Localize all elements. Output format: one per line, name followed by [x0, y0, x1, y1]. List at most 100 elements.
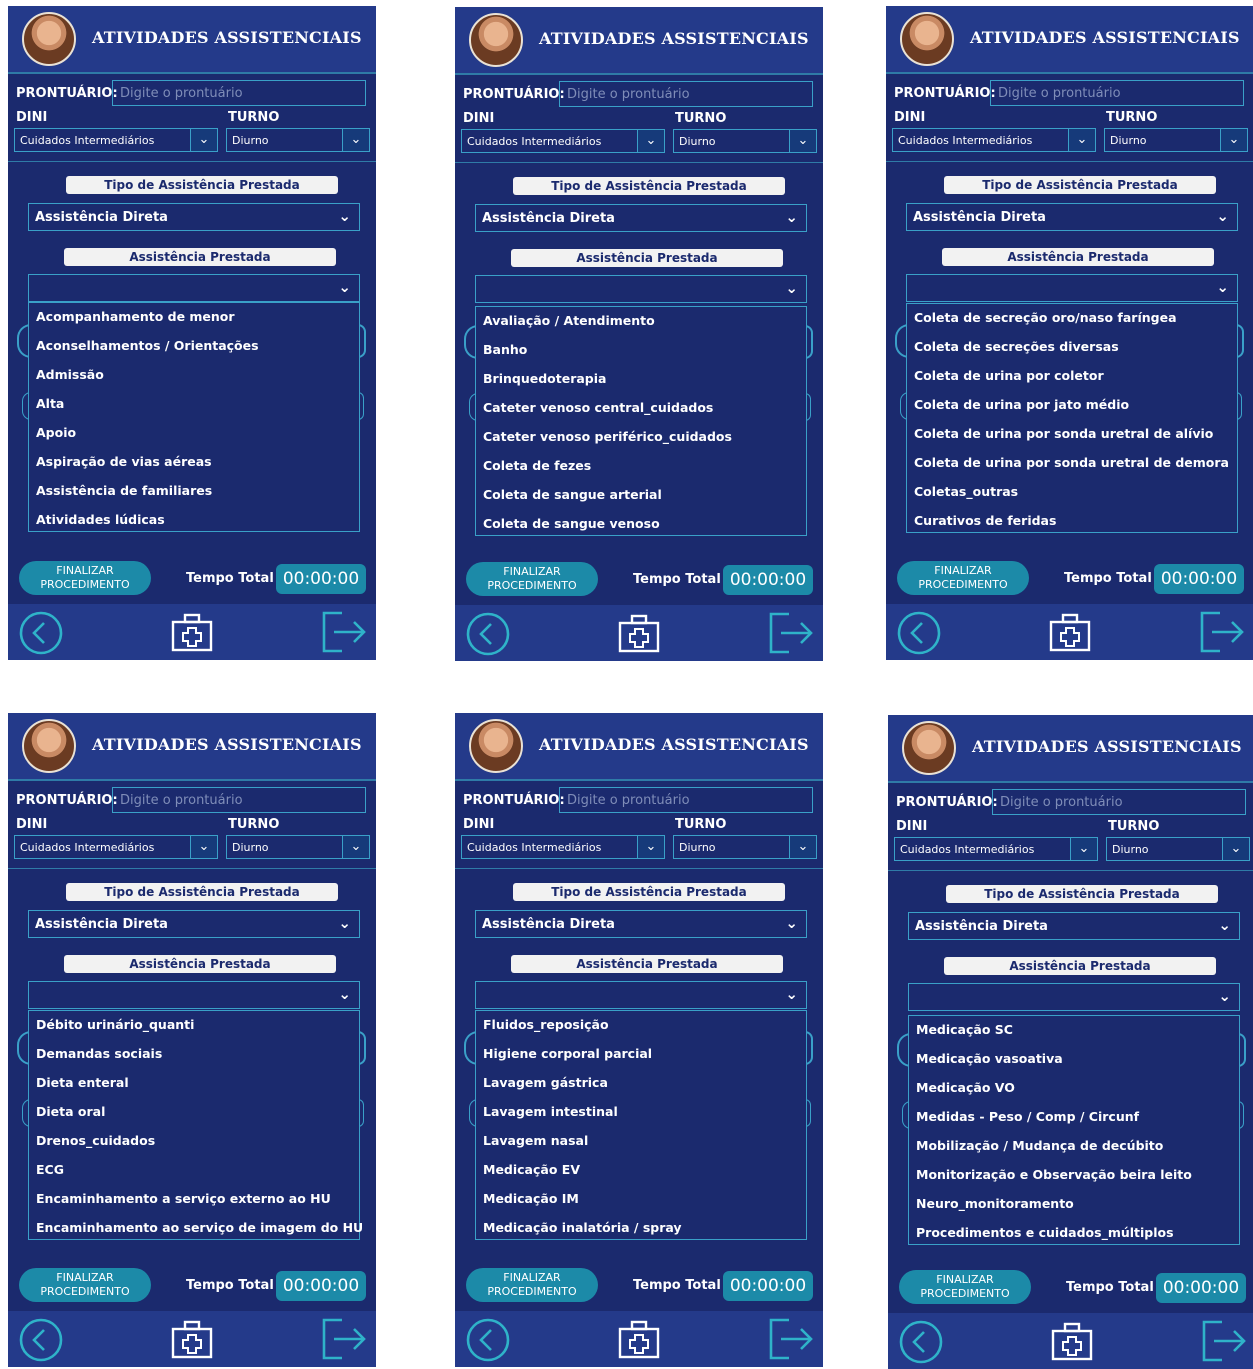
chevron-down-icon[interactable]: ⌄: [338, 278, 351, 296]
assistencia-option-item[interactable]: Procedimentos e cuidados_múltiplos: [916, 1225, 1174, 1240]
assistencia-option-item[interactable]: Coleta de secreções diversas: [914, 339, 1119, 354]
logout-icon[interactable]: [1198, 610, 1246, 654]
logout-icon[interactable]: [767, 1317, 815, 1361]
assistencia-option-item[interactable]: Medidas - Peso / Comp / Circunf: [916, 1109, 1139, 1124]
chevron-down-icon[interactable]: ⌄: [1216, 278, 1229, 296]
assistencia-option-item[interactable]: Cateter venoso central_cuidados: [483, 400, 713, 415]
assistencia-option-item[interactable]: Acompanhamento de menor: [36, 309, 235, 324]
chevron-down-icon[interactable]: ⌄: [785, 985, 798, 1003]
back-circle-icon[interactable]: [896, 610, 942, 656]
turno-select[interactable]: Diurno ⌄: [226, 835, 370, 859]
chevron-down-icon[interactable]: ⌄: [190, 129, 217, 151]
prontuario-input[interactable]: Digite o prontuário: [112, 80, 366, 106]
assistencia-option-item[interactable]: Coleta de urina por sonda uretral de dem…: [914, 455, 1229, 470]
tipo-assistencia-dropdown[interactable]: Assistência Direta ⌄: [906, 203, 1238, 231]
medical-kit-icon[interactable]: [617, 613, 661, 655]
logout-icon[interactable]: [767, 611, 815, 655]
finalizar-procedimento-button[interactable]: FINALIZAR PROCEDIMENTO: [19, 1268, 151, 1302]
assistencia-option-item[interactable]: Encaminhamento a serviço externo ao HU: [36, 1191, 331, 1206]
assistencia-option-item[interactable]: Mobilização / Mudança de decúbito: [916, 1138, 1163, 1153]
finalizar-procedimento-button[interactable]: FINALIZAR PROCEDIMENTO: [466, 562, 598, 596]
assistencia-option-item[interactable]: Coleta de secreção oro/naso faríngea: [914, 310, 1177, 325]
assistencia-option-item[interactable]: ECG: [36, 1162, 64, 1177]
tipo-assistencia-dropdown[interactable]: Assistência Direta ⌄: [28, 910, 360, 938]
assistencia-option-item[interactable]: Cateter venoso periférico_cuidados: [483, 429, 732, 444]
tipo-assistencia-dropdown[interactable]: Assistência Direta ⌄: [28, 203, 360, 231]
assistencia-option-item[interactable]: Atividades lúdicas: [36, 512, 165, 527]
assistencia-option-item[interactable]: Medicação EV: [483, 1162, 580, 1177]
dini-select[interactable]: Cuidados Intermediários ⌄: [892, 128, 1096, 152]
assistencia-option-item[interactable]: Encaminhamento ao serviço de imagem do H…: [36, 1220, 363, 1235]
assistencia-option-item[interactable]: Medicação VO: [916, 1080, 1015, 1095]
medical-kit-icon[interactable]: [1050, 1321, 1094, 1363]
back-circle-icon[interactable]: [898, 1319, 944, 1365]
medical-kit-icon[interactable]: [617, 1319, 661, 1361]
finalizar-procedimento-button[interactable]: FINALIZAR PROCEDIMENTO: [466, 1268, 598, 1302]
assistencia-option-item[interactable]: Neuro_monitoramento: [916, 1196, 1074, 1211]
assistencia-option-item[interactable]: Demandas sociais: [36, 1046, 162, 1061]
chevron-down-icon[interactable]: ⌄: [1218, 987, 1231, 1005]
tipo-assistencia-dropdown[interactable]: Assistência Direta ⌄: [475, 204, 807, 232]
turno-select[interactable]: Diurno ⌄: [673, 129, 817, 153]
back-circle-icon[interactable]: [18, 1317, 64, 1363]
chevron-down-icon[interactable]: ⌄: [342, 836, 369, 858]
turno-select[interactable]: Diurno ⌄: [1106, 837, 1250, 861]
assistencia-option-item[interactable]: Coleta de sangue arterial: [483, 487, 662, 502]
turno-select[interactable]: Diurno ⌄: [226, 128, 370, 152]
finalizar-procedimento-button[interactable]: FINALIZAR PROCEDIMENTO: [899, 1270, 1031, 1304]
assistencia-prestada-dropdown[interactable]: ⌄: [908, 983, 1240, 1011]
assistencia-option-item[interactable]: Coleta de urina por sonda uretral de alí…: [914, 426, 1213, 441]
assistencia-option-item[interactable]: Medicação vasoativa: [916, 1051, 1063, 1066]
chevron-down-icon[interactable]: ⌄: [1222, 838, 1249, 860]
back-circle-icon[interactable]: [465, 611, 511, 657]
prontuario-input[interactable]: Digite o prontuário: [559, 787, 813, 813]
assistencia-option-item[interactable]: Aspiração de vias aéreas: [36, 454, 212, 469]
chevron-down-icon[interactable]: ⌄: [789, 130, 816, 152]
assistencia-option-item[interactable]: Coleta de fezes: [483, 458, 591, 473]
chevron-down-icon[interactable]: ⌄: [1070, 838, 1097, 860]
prontuario-input[interactable]: Digite o prontuário: [112, 787, 366, 813]
assistencia-option-item[interactable]: Fluidos_reposição: [483, 1017, 609, 1032]
assistencia-option-item[interactable]: Débito urinário_quanti: [36, 1017, 194, 1032]
chevron-down-icon[interactable]: ⌄: [637, 836, 664, 858]
logout-icon[interactable]: [320, 610, 368, 654]
assistencia-option-item[interactable]: Coleta de urina por jato médio: [914, 397, 1129, 412]
prontuario-input[interactable]: Digite o prontuário: [992, 789, 1246, 815]
assistencia-option-item[interactable]: Drenos_cuidados: [36, 1133, 155, 1148]
assistencia-option-item[interactable]: Alta: [36, 396, 64, 411]
assistencia-prestada-dropdown[interactable]: ⌄: [475, 275, 807, 303]
assistencia-option-item[interactable]: Apoio: [36, 425, 76, 440]
assistencia-option-item[interactable]: Coletas_outras: [914, 484, 1018, 499]
chevron-down-icon[interactable]: ⌄: [342, 129, 369, 151]
assistencia-option-item[interactable]: Brinquedoterapia: [483, 371, 606, 386]
medical-kit-icon[interactable]: [170, 612, 214, 654]
assistencia-option-item[interactable]: Banho: [483, 342, 527, 357]
chevron-down-icon[interactable]: ⌄: [190, 836, 217, 858]
chevron-down-icon[interactable]: ⌄: [338, 985, 351, 1003]
assistencia-option-item[interactable]: Medicação inalatória / spray: [483, 1220, 682, 1235]
finalizar-procedimento-button[interactable]: FINALIZAR PROCEDIMENTO: [19, 561, 151, 595]
assistencia-option-item[interactable]: Aconselhamentos / Orientações: [36, 338, 259, 353]
logout-icon[interactable]: [320, 1317, 368, 1361]
chevron-down-icon[interactable]: ⌄: [789, 836, 816, 858]
assistencia-prestada-dropdown[interactable]: ⌄: [475, 981, 807, 1009]
assistencia-option-item[interactable]: Lavagem nasal: [483, 1133, 588, 1148]
chevron-down-icon[interactable]: ⌄: [338, 207, 351, 225]
assistencia-option-item[interactable]: Coleta de urina por coletor: [914, 368, 1104, 383]
chevron-down-icon[interactable]: ⌄: [1216, 207, 1229, 225]
assistencia-option-item[interactable]: Lavagem intestinal: [483, 1104, 618, 1119]
dini-select[interactable]: Cuidados Intermediários ⌄: [461, 835, 665, 859]
assistencia-option-item[interactable]: Dieta oral: [36, 1104, 105, 1119]
prontuario-input[interactable]: Digite o prontuário: [990, 80, 1244, 106]
turno-select[interactable]: Diurno ⌄: [1104, 128, 1248, 152]
assistencia-prestada-dropdown[interactable]: ⌄: [28, 981, 360, 1009]
turno-select[interactable]: Diurno ⌄: [673, 835, 817, 859]
assistencia-prestada-dropdown[interactable]: ⌄: [28, 274, 360, 302]
assistencia-option-item[interactable]: Dieta enteral: [36, 1075, 129, 1090]
chevron-down-icon[interactable]: ⌄: [785, 208, 798, 226]
dini-select[interactable]: Cuidados Intermediários ⌄: [894, 837, 1098, 861]
dini-select[interactable]: Cuidados Intermediários ⌄: [14, 835, 218, 859]
tipo-assistencia-dropdown[interactable]: Assistência Direta ⌄: [908, 912, 1240, 940]
logout-icon[interactable]: [1200, 1319, 1248, 1363]
assistencia-option-item[interactable]: Avaliação / Atendimento: [483, 313, 655, 328]
